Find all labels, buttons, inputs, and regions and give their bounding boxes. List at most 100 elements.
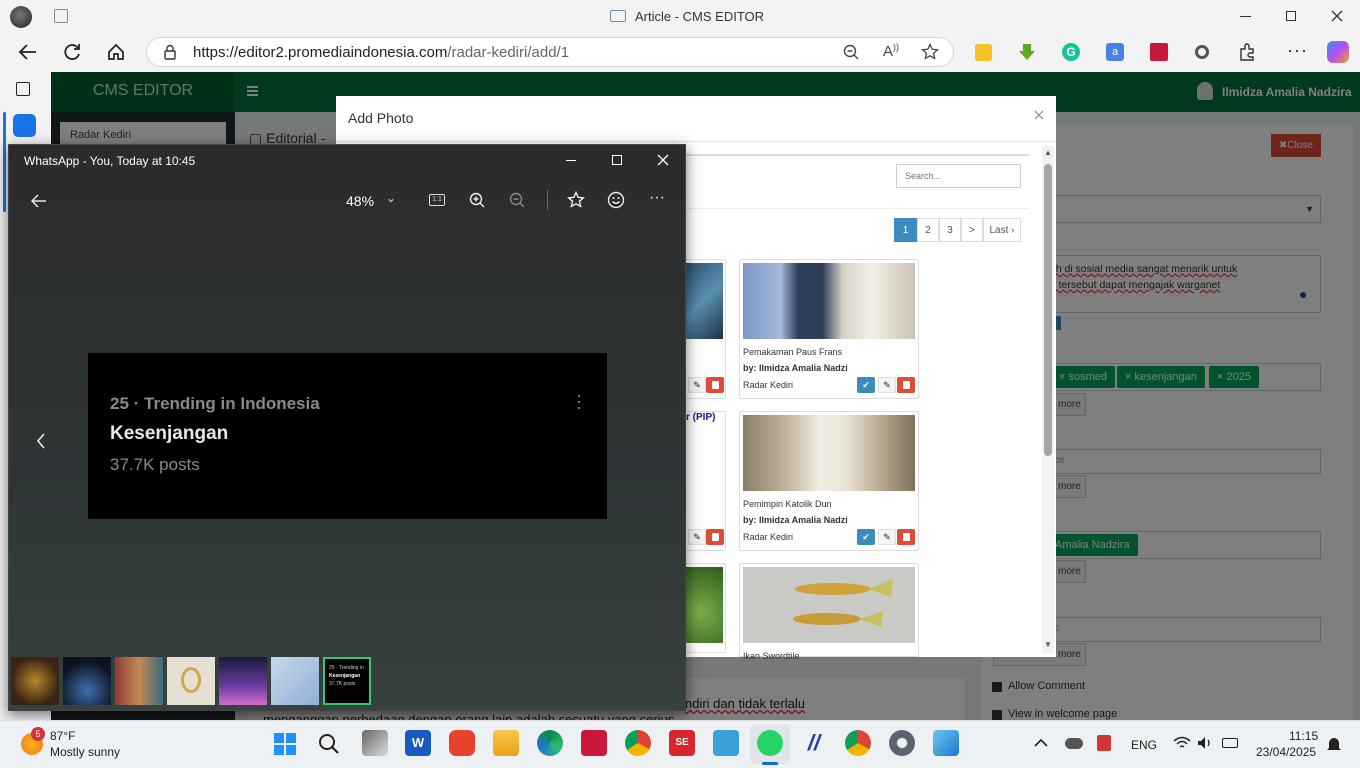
chrome-profile-icon[interactable] — [845, 730, 871, 756]
notepad-icon[interactable] — [713, 730, 739, 756]
viewer-back-icon[interactable] — [31, 194, 47, 208]
edit-photo-button[interactable]: ✎ — [688, 377, 706, 393]
home-icon[interactable] — [106, 42, 126, 62]
url-text[interactable]: https://editor2.promediaindonesia.com/ra… — [193, 44, 569, 61]
notifications-icon[interactable] — [1326, 736, 1342, 752]
thumbnail-6[interactable] — [271, 657, 319, 705]
more-menu-icon[interactable]: ··· — [1287, 40, 1308, 61]
read-aloud-icon[interactable]: A)) — [883, 42, 899, 60]
wps-icon[interactable] — [449, 730, 475, 756]
photo-thumb-partial-1[interactable] — [684, 263, 723, 339]
photo-thumb-trump-pope[interactable] — [743, 263, 915, 339]
se-app-icon[interactable]: SE — [669, 730, 695, 756]
thumbnail-2[interactable] — [63, 657, 111, 705]
photo-thumb-fish[interactable] — [743, 567, 915, 643]
emoji-icon[interactable] — [607, 191, 625, 209]
viewer-maximize-button[interactable] — [612, 155, 622, 165]
scroll-up-arrow[interactable]: ▲ — [1044, 148, 1052, 157]
page-3-button[interactable]: 3 — [939, 218, 961, 242]
zoom-level[interactable]: 48% — [346, 193, 374, 209]
minimize-button[interactable] — [1240, 16, 1251, 17]
task-view-icon[interactable] — [362, 730, 388, 756]
word-icon[interactable]: W — [405, 730, 431, 756]
thumbnail-5[interactable] — [219, 657, 267, 705]
extension-mendeley-icon[interactable] — [1150, 43, 1168, 61]
workspaces-icon[interactable] — [54, 9, 68, 23]
copilot-icon[interactable] — [1327, 41, 1349, 63]
delete-photo-button[interactable] — [897, 529, 915, 545]
photos-icon[interactable] — [933, 730, 959, 756]
edit-photo-button[interactable]: ✎ — [878, 529, 896, 545]
extension-settings-icon[interactable] — [1195, 45, 1209, 59]
clock-time[interactable]: 11:15 — [1289, 729, 1318, 743]
edit-photo-button[interactable]: ✎ — [878, 377, 896, 393]
weather-temp[interactable]: 87°F — [50, 729, 75, 743]
viewer-favorite-icon[interactable] — [567, 191, 585, 209]
page-2-button[interactable]: 2 — [917, 218, 939, 242]
edge-tab-icon[interactable] — [13, 114, 36, 137]
favorite-icon[interactable] — [921, 43, 939, 61]
modal-close-icon[interactable] — [1034, 110, 1044, 120]
language-indicator[interactable]: ENG — [1131, 738, 1157, 752]
restore-button[interactable] — [1286, 11, 1296, 21]
address-bar[interactable]: https://editor2.promediaindonesia.com/ra… — [146, 37, 954, 67]
refresh-icon[interactable] — [62, 42, 82, 62]
viewer-minimize-button[interactable] — [566, 160, 576, 161]
thumbnail-7-selected[interactable]: 25 · Trending in Kesenjangan 37.7K posts — [323, 657, 371, 705]
lock-icon[interactable] — [163, 44, 177, 60]
delete-photo-button[interactable] — [706, 529, 724, 545]
zoom-dropdown-icon[interactable]: ⌄ — [386, 191, 396, 205]
last-page-button[interactable]: Last › — [983, 218, 1021, 242]
search-icon[interactable] — [318, 733, 340, 755]
extension-translate-icon[interactable]: a — [1106, 43, 1124, 61]
page-1-button[interactable]: 1 — [894, 218, 917, 242]
extension-download-icon[interactable] — [1018, 43, 1036, 61]
file-explorer-icon[interactable] — [493, 730, 519, 756]
modal-scrollbar-thumb[interactable] — [1044, 164, 1052, 456]
whatsapp-icon[interactable] — [757, 730, 783, 756]
tabs-icon[interactable] — [16, 82, 30, 96]
zoom-in-icon[interactable] — [469, 192, 485, 208]
thumbnail-4[interactable] — [167, 657, 215, 705]
settings-icon[interactable] — [889, 730, 915, 756]
back-icon[interactable] — [18, 43, 38, 61]
extensions-puzzle-icon[interactable] — [1238, 43, 1256, 61]
viewer-more-icon[interactable]: ··· — [649, 189, 665, 207]
photo-thumb-partial-3[interactable] — [684, 567, 723, 643]
select-photo-button[interactable]: ✔ — [857, 377, 875, 393]
delete-photo-button[interactable] — [897, 377, 915, 393]
extension-keep-icon[interactable] — [975, 44, 992, 61]
onedrive-icon[interactable] — [1065, 738, 1083, 749]
photo-thumb-pope[interactable] — [743, 415, 915, 491]
scroll-down-arrow[interactable]: ▼ — [1044, 640, 1052, 649]
thumbnail-1[interactable] — [11, 657, 59, 705]
wifi-icon[interactable] — [1173, 736, 1191, 750]
delete-photo-button[interactable] — [706, 377, 724, 393]
edge-icon[interactable] — [537, 730, 563, 756]
antivirus-icon[interactable] — [1097, 735, 1111, 751]
show-hidden-icons-icon[interactable] — [1034, 738, 1048, 748]
viewer-close-button[interactable] — [657, 154, 669, 166]
thumbnail-3[interactable] — [115, 657, 163, 705]
actual-size-icon[interactable]: 1:1 — [429, 194, 445, 206]
next-page-button[interactable]: > — [961, 218, 983, 242]
photo-search-input[interactable] — [896, 164, 1021, 188]
start-button[interactable] — [274, 733, 296, 755]
close-window-button[interactable] — [1331, 10, 1343, 22]
slash-app-icon[interactable]: // — [801, 730, 827, 756]
extension-grammarly-icon[interactable]: G — [1062, 43, 1080, 61]
previous-image-icon[interactable] — [36, 433, 46, 449]
battery-icon[interactable] — [1222, 738, 1238, 748]
mendeley-icon[interactable] — [581, 730, 607, 756]
clock-date[interactable]: 23/04/2025 — [1256, 745, 1316, 759]
profile-avatar[interactable] — [10, 6, 32, 28]
zoom-out-icon[interactable] — [509, 192, 525, 208]
edit-photo-button[interactable]: ✎ — [688, 529, 706, 545]
volume-icon[interactable] — [1197, 736, 1213, 750]
chrome-icon[interactable] — [625, 730, 651, 756]
displayed-image[interactable]: 25 · Trending in Indonesia · · · Kesenjang… — [88, 353, 607, 519]
thumb-posts: 37.7K posts — [329, 681, 356, 687]
zoom-out-icon[interactable] — [843, 44, 859, 60]
select-photo-button[interactable]: ✔ — [857, 529, 875, 545]
weather-desc[interactable]: Mostly sunny — [50, 745, 120, 759]
